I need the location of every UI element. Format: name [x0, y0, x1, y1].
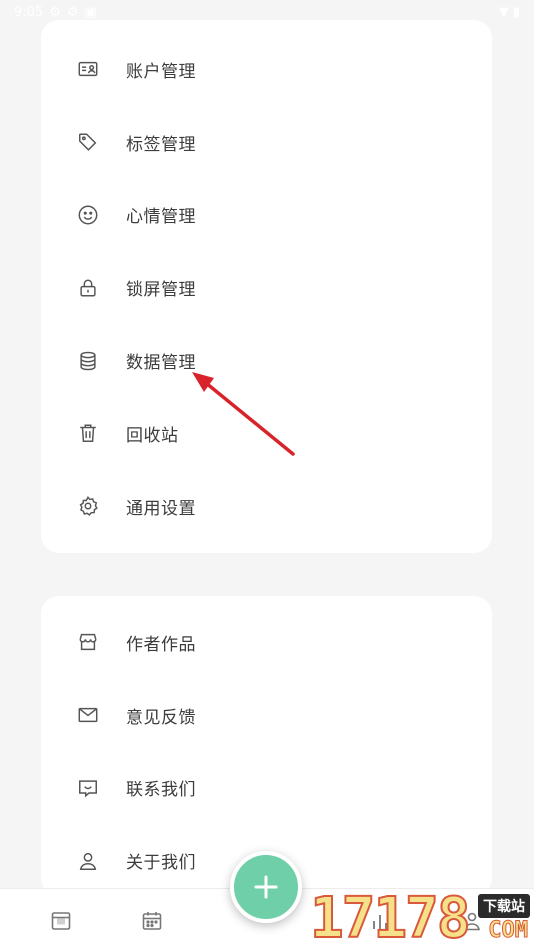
menu-item-account[interactable]: 账户管理	[41, 33, 492, 106]
menu-item-label: 关于我们	[126, 853, 196, 874]
status-left: 9:05 ⚙ ⚙ ▣	[14, 5, 97, 20]
notification-icon: ▣	[84, 4, 97, 20]
menu-item-tags[interactable]: 标签管理	[41, 106, 492, 179]
tag-icon	[77, 131, 99, 153]
menu-item-label: 作者作品	[126, 634, 196, 655]
menu-item-label: 联系我们	[126, 780, 196, 801]
menu-item-lock[interactable]: 锁屏管理	[41, 251, 492, 324]
menu-item-trash[interactable]: 回收站	[41, 397, 492, 470]
mail-icon	[77, 704, 99, 726]
notification-icon: ⚙	[49, 4, 61, 20]
menu-item-general-settings[interactable]: 通用设置	[41, 470, 492, 543]
menu-item-label: 锁屏管理	[126, 280, 196, 301]
watermark-digits: 17178	[309, 886, 472, 950]
menu-item-label: 数据管理	[126, 353, 196, 374]
store-icon	[77, 631, 99, 653]
add-entry-button[interactable]	[230, 851, 302, 923]
database-icon	[77, 350, 99, 372]
trash-icon	[77, 422, 99, 444]
battery-icon: ▮	[512, 4, 520, 20]
smiley-icon	[77, 204, 99, 226]
menu-item-feedback[interactable]: 意见反馈	[41, 679, 492, 752]
menu-item-label: 通用设置	[126, 498, 196, 519]
notification-icon: ⚙	[66, 4, 79, 20]
lock-icon	[77, 277, 99, 299]
person-icon	[77, 850, 99, 872]
account-card-icon	[77, 58, 99, 80]
gear-icon	[77, 495, 99, 517]
watermark-suffix: COM	[488, 918, 529, 944]
menu-item-label: 账户管理	[126, 61, 196, 82]
watermark-badge: 下载站	[478, 894, 530, 918]
menu-item-label: 心情管理	[126, 207, 196, 228]
menu-item-contact[interactable]: 联系我们	[41, 752, 492, 825]
archive-icon[interactable]	[49, 909, 73, 933]
watermark-logo: 17178 下载站 COM	[308, 886, 534, 950]
menu-item-mood[interactable]: 心情管理	[41, 179, 492, 252]
plus-icon	[254, 875, 278, 899]
calendar-icon[interactable]	[140, 909, 164, 933]
menu-item-author-works[interactable]: 作者作品	[41, 606, 492, 679]
menu-item-data[interactable]: 数据管理	[41, 324, 492, 397]
wifi-icon: ▼	[498, 4, 509, 20]
menu-item-label: 标签管理	[126, 134, 196, 155]
menu-item-label: 回收站	[126, 425, 179, 446]
chat-icon	[77, 777, 99, 799]
status-right: ▼ ▮	[499, 5, 520, 20]
status-time: 9:05	[14, 4, 44, 20]
settings-card: 账户管理 标签管理 心情管理 锁屏管理 数据管理 回收站 通用设置	[41, 20, 492, 553]
menu-item-label: 意见反馈	[126, 707, 196, 728]
